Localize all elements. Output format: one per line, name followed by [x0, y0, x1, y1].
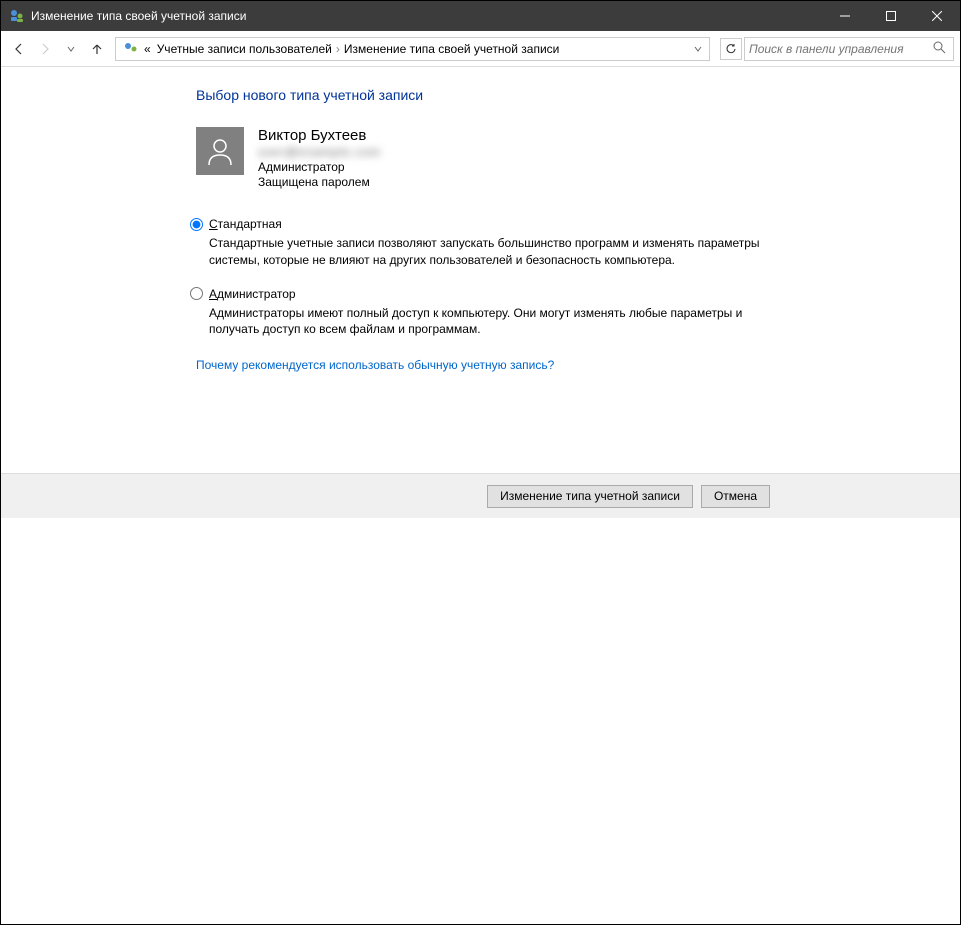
user-email: user@example.com [258, 145, 381, 159]
window: Изменение типа своей учетной записи [0, 0, 961, 925]
cancel-button[interactable]: Отмена [701, 485, 770, 508]
change-type-button[interactable]: Изменение типа учетной записи [487, 485, 693, 508]
back-button[interactable] [7, 37, 31, 61]
search-input[interactable] [749, 42, 933, 56]
close-button[interactable] [914, 1, 960, 31]
user-block: Виктор Бухтеев user@example.com Админист… [196, 127, 781, 189]
breadcrumb: « Учетные записи пользователей › Изменен… [144, 42, 689, 56]
maximize-button[interactable] [868, 1, 914, 31]
option-standard: Стандартная Стандартные учетные записи п… [190, 217, 781, 269]
window-controls [822, 1, 960, 31]
address-dropdown[interactable] [689, 45, 707, 53]
avatar [196, 127, 244, 175]
refresh-button[interactable] [720, 38, 742, 60]
option-admin: Администратор Администраторы имеют полны… [190, 287, 781, 339]
account-type-group: Стандартная Стандартные учетные записи п… [190, 217, 781, 338]
radio-standard[interactable] [190, 218, 203, 231]
radio-admin-row[interactable]: Администратор [190, 287, 781, 301]
breadcrumb-item-1[interactable]: Учетные записи пользователей [157, 42, 332, 56]
up-button[interactable] [85, 37, 109, 61]
address-bar[interactable]: « Учетные записи пользователей › Изменен… [115, 37, 710, 61]
search-box[interactable] [744, 37, 954, 61]
content-area: Выбор нового типа учетной записи Виктор … [1, 67, 960, 473]
empty-space [1, 518, 960, 924]
recent-dropdown[interactable] [59, 37, 83, 61]
window-title: Изменение типа своей учетной записи [31, 9, 822, 23]
users-icon [122, 40, 140, 58]
radio-admin-desc: Администраторы имеют полный доступ к ком… [209, 305, 774, 339]
breadcrumb-prefix: « [144, 42, 151, 56]
user-info: Виктор Бухтеев user@example.com Админист… [258, 127, 381, 189]
navigation-bar: « Учетные записи пользователей › Изменен… [1, 31, 960, 67]
radio-standard-label: Стандартная [209, 217, 282, 231]
chevron-right-icon: › [336, 42, 340, 56]
minimize-button[interactable] [822, 1, 868, 31]
page-title: Выбор нового типа учетной записи [196, 87, 781, 103]
radio-standard-desc: Стандартные учетные записи позволяют зап… [209, 235, 774, 269]
radio-admin[interactable] [190, 287, 203, 300]
app-icon [9, 8, 25, 24]
button-bar: Изменение типа учетной записи Отмена [1, 473, 960, 518]
user-name: Виктор Бухтеев [258, 127, 381, 144]
forward-button[interactable] [33, 37, 57, 61]
titlebar: Изменение типа своей учетной записи [1, 1, 960, 31]
user-role: Администратор [258, 160, 381, 174]
breadcrumb-item-2[interactable]: Изменение типа своей учетной записи [344, 42, 559, 56]
search-icon [933, 41, 949, 57]
radio-admin-label: Администратор [209, 287, 296, 301]
help-link[interactable]: Почему рекомендуется использовать обычну… [196, 358, 554, 372]
user-protected: Защищена паролем [258, 175, 381, 189]
radio-standard-row[interactable]: Стандартная [190, 217, 781, 231]
